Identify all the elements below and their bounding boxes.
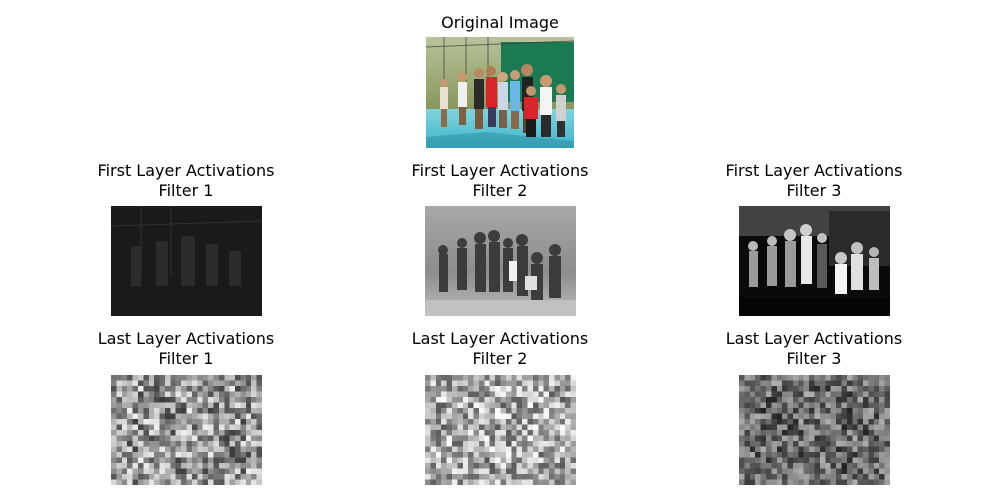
- last-layer-filter-3-grid: [739, 375, 890, 485]
- first-layer-filter-3-image: [739, 206, 890, 316]
- first-layer-filter-1-title: First Layer Activations Filter 1: [56, 161, 316, 201]
- original-photo-svg: [426, 37, 574, 148]
- first-layer-filter-2-image: [425, 206, 576, 316]
- original-image: [426, 37, 574, 148]
- last-layer-filter-1-title-line2: Filter 1: [158, 349, 214, 368]
- original-image-title: Original Image: [370, 13, 630, 33]
- first-layer-filter-1-image: [111, 206, 262, 316]
- first-layer-filter-3-title-line1: First Layer Activations: [725, 161, 903, 180]
- first-layer-filter-2-title: First Layer Activations Filter 2: [370, 161, 630, 201]
- last-layer-filter-3-title: Last Layer Activations Filter 3: [684, 329, 944, 369]
- first-layer-filter-1-title-line1: First Layer Activations: [97, 161, 275, 180]
- last-layer-filter-1-grid: [111, 375, 262, 485]
- last-layer-filter-2-image: [425, 375, 576, 485]
- last-layer-filter-2-title-line2: Filter 2: [472, 349, 528, 368]
- last-layer-filter-3-image: [739, 375, 890, 485]
- last-layer-filter-1-image: [111, 375, 262, 485]
- last-layer-filter-3-title-line1: Last Layer Activations: [725, 329, 903, 348]
- first-layer-filter-1-svg: [111, 206, 262, 316]
- last-layer-filter-3-title-line2: Filter 3: [786, 349, 842, 368]
- first-layer-filter-3-svg: [739, 206, 890, 316]
- last-layer-filter-2-title-line1: Last Layer Activations: [411, 329, 589, 348]
- last-layer-filter-2-grid: [425, 375, 576, 485]
- last-layer-filter-1-title-line1: Last Layer Activations: [97, 329, 275, 348]
- first-layer-filter-3-title-line2: Filter 3: [786, 181, 842, 200]
- first-layer-filter-3-title: First Layer Activations Filter 3: [684, 161, 944, 201]
- first-layer-filter-1-title-line2: Filter 1: [158, 181, 214, 200]
- original-image-title-line: Original Image: [441, 13, 559, 32]
- first-layer-filter-2-title-line2: Filter 2: [472, 181, 528, 200]
- first-layer-filter-2-title-line1: First Layer Activations: [411, 161, 589, 180]
- first-layer-filter-2-svg: [425, 206, 576, 316]
- last-layer-filter-2-title: Last Layer Activations Filter 2: [370, 329, 630, 369]
- last-layer-filter-1-title: Last Layer Activations Filter 1: [56, 329, 316, 369]
